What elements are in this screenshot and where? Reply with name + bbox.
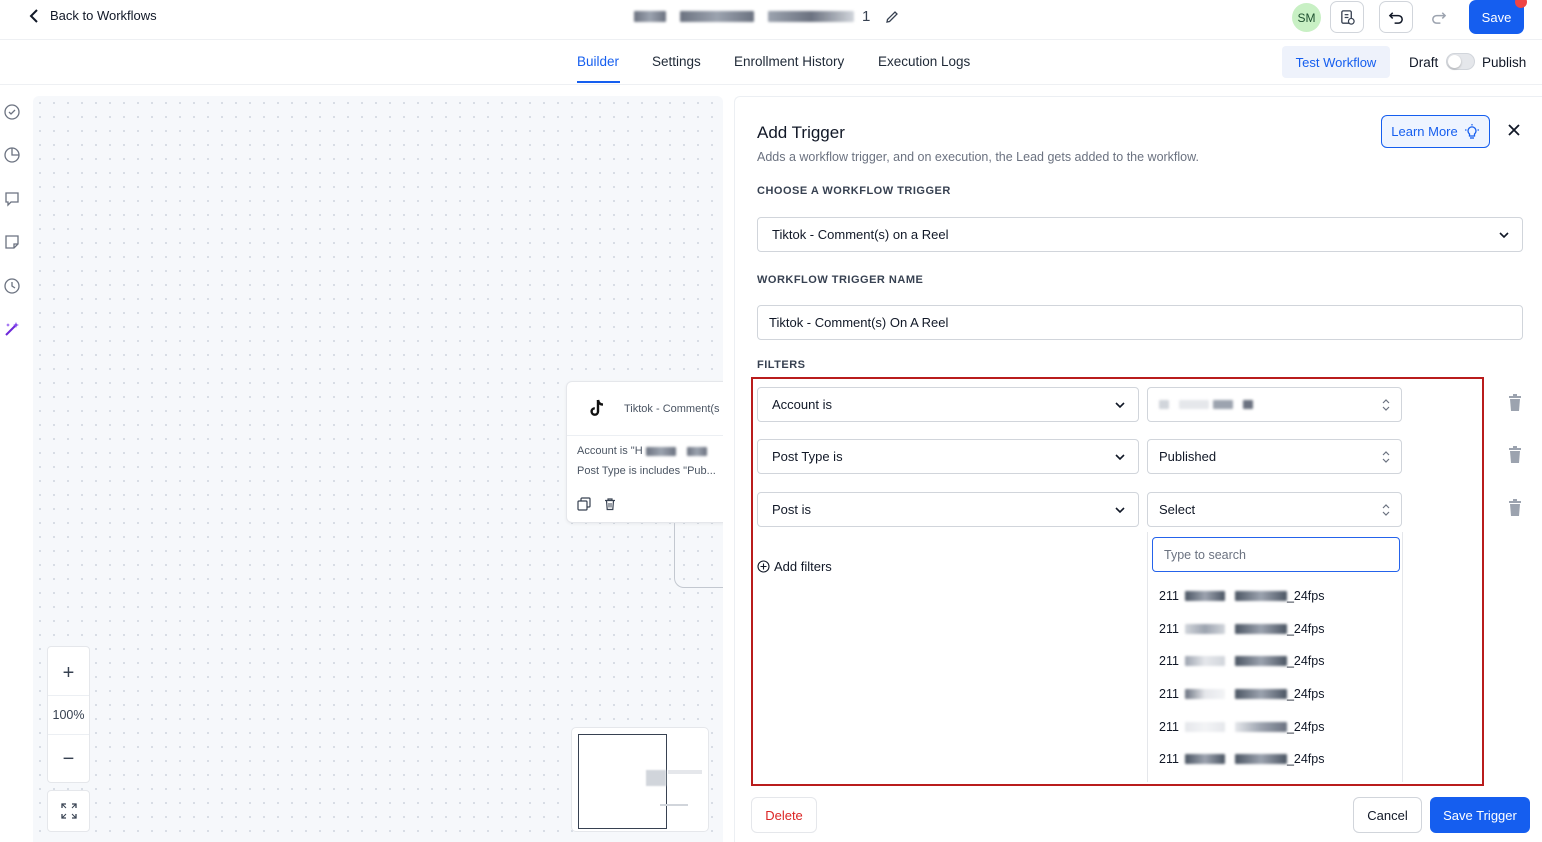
panel-title: Add Trigger — [757, 123, 845, 142]
pencil-icon[interactable] — [884, 9, 900, 25]
learn-more-label: Learn More — [1391, 124, 1458, 139]
delete-trigger-button[interactable]: Delete — [751, 797, 817, 833]
draft-label: Draft — [1409, 55, 1439, 70]
comment-icon[interactable] — [3, 190, 21, 208]
trash-icon — [1509, 446, 1521, 463]
clock-icon[interactable] — [3, 277, 21, 295]
tab-enrollment-history[interactable]: Enrollment History — [734, 54, 844, 69]
close-icon[interactable] — [1505, 121, 1523, 139]
filters-label: FILTERS — [757, 359, 806, 371]
workflow-name[interactable]: 1 — [634, 8, 900, 25]
delete-filter-button[interactable] — [1507, 394, 1523, 412]
magic-wand-icon[interactable] — [3, 320, 21, 338]
chevron-down-icon — [1499, 232, 1509, 239]
delete-filter-button[interactable] — [1507, 446, 1523, 464]
redacted-text — [634, 11, 666, 22]
trigger-node-line: Post Type is includes "Pub... — [577, 465, 716, 477]
trash-icon[interactable] — [603, 497, 617, 511]
zoom-controls: + 100% − — [47, 646, 90, 783]
redacted-text — [768, 11, 854, 22]
expand-icon — [60, 803, 77, 819]
panel-description: Adds a workflow trigger, and on executio… — [757, 150, 1199, 164]
tiktok-icon — [590, 399, 604, 416]
undo-icon — [1388, 11, 1403, 24]
filters-highlight-frame — [751, 377, 1484, 786]
test-workflow-button[interactable]: Test Workflow — [1282, 46, 1390, 78]
trigger-node[interactable]: Tiktok - Comment(s Account is "H Post Ty… — [566, 381, 723, 523]
minimap-node — [660, 804, 688, 806]
zoom-level: 100% — [48, 695, 89, 735]
workflow-name-suffix: 1 — [862, 8, 871, 25]
node-connector — [674, 523, 723, 588]
top-bar: Back to Workflows 1 SM Save — [0, 0, 1542, 40]
avatar[interactable]: SM — [1292, 3, 1321, 32]
trigger-select-value: Tiktok - Comment(s) on a Reel — [772, 227, 949, 242]
minimap-node — [668, 770, 702, 774]
redo-icon — [1431, 11, 1446, 24]
back-to-workflows-link[interactable]: Back to Workflows — [28, 8, 157, 23]
cancel-button[interactable]: Cancel — [1353, 797, 1422, 833]
learn-more-button[interactable]: Learn More — [1381, 115, 1490, 148]
trigger-node-actions — [577, 497, 617, 511]
clipboard-icon — [1340, 9, 1355, 25]
fit-view-button[interactable] — [47, 790, 90, 832]
tab-settings[interactable]: Settings — [652, 54, 701, 69]
publish-label: Publish — [1482, 55, 1527, 70]
toggle-knob — [1448, 55, 1461, 68]
trash-icon — [1509, 499, 1521, 516]
workflow-canvas[interactable]: Tiktok - Comment(s Account is "H Post Ty… — [33, 96, 723, 842]
tab-builder[interactable]: Builder — [577, 54, 619, 69]
zoom-out-button[interactable]: − — [48, 739, 89, 779]
save-trigger-button[interactable]: Save Trigger — [1430, 797, 1530, 833]
delete-filter-button[interactable] — [1507, 499, 1523, 517]
redacted-text — [645, 446, 676, 456]
minimap[interactable] — [571, 727, 709, 832]
trigger-select[interactable]: Tiktok - Comment(s) on a Reel — [757, 217, 1523, 252]
tab-execution-logs[interactable]: Execution Logs — [878, 54, 970, 69]
active-tab-indicator — [577, 81, 620, 83]
lightbulb-icon — [1464, 123, 1479, 139]
pie-chart-icon[interactable] — [3, 146, 21, 164]
note-icon[interactable] — [3, 233, 21, 251]
zoom-in-button[interactable]: + — [48, 653, 89, 693]
add-trigger-panel: Add Trigger Adds a workflow trigger, and… — [734, 96, 1542, 842]
redacted-text — [686, 446, 707, 456]
undo-button[interactable] — [1379, 1, 1413, 33]
trigger-name-input[interactable] — [757, 305, 1523, 340]
trash-icon — [1509, 394, 1521, 411]
trigger-node-title: Tiktok - Comment(s — [624, 403, 720, 415]
check-circle-icon[interactable] — [3, 103, 21, 121]
trigger-node-line: Account is "H — [577, 445, 707, 457]
back-label: Back to Workflows — [50, 8, 157, 23]
choose-trigger-label: CHOOSE A WORKFLOW TRIGGER — [757, 185, 951, 197]
publish-toggle[interactable] — [1446, 53, 1475, 70]
notes-button[interactable] — [1330, 1, 1364, 33]
redacted-text — [680, 11, 754, 22]
chevron-left-icon — [29, 8, 38, 23]
tabs-row: Builder Settings Enrollment History Exec… — [0, 41, 1542, 85]
trigger-node-header: Tiktok - Comment(s — [567, 382, 723, 436]
minimap-node — [646, 770, 666, 786]
unsaved-indicator — [1515, 0, 1527, 8]
copy-icon[interactable] — [577, 497, 591, 511]
redo-button[interactable] — [1421, 1, 1455, 33]
trigger-name-label: WORKFLOW TRIGGER NAME — [757, 274, 924, 286]
